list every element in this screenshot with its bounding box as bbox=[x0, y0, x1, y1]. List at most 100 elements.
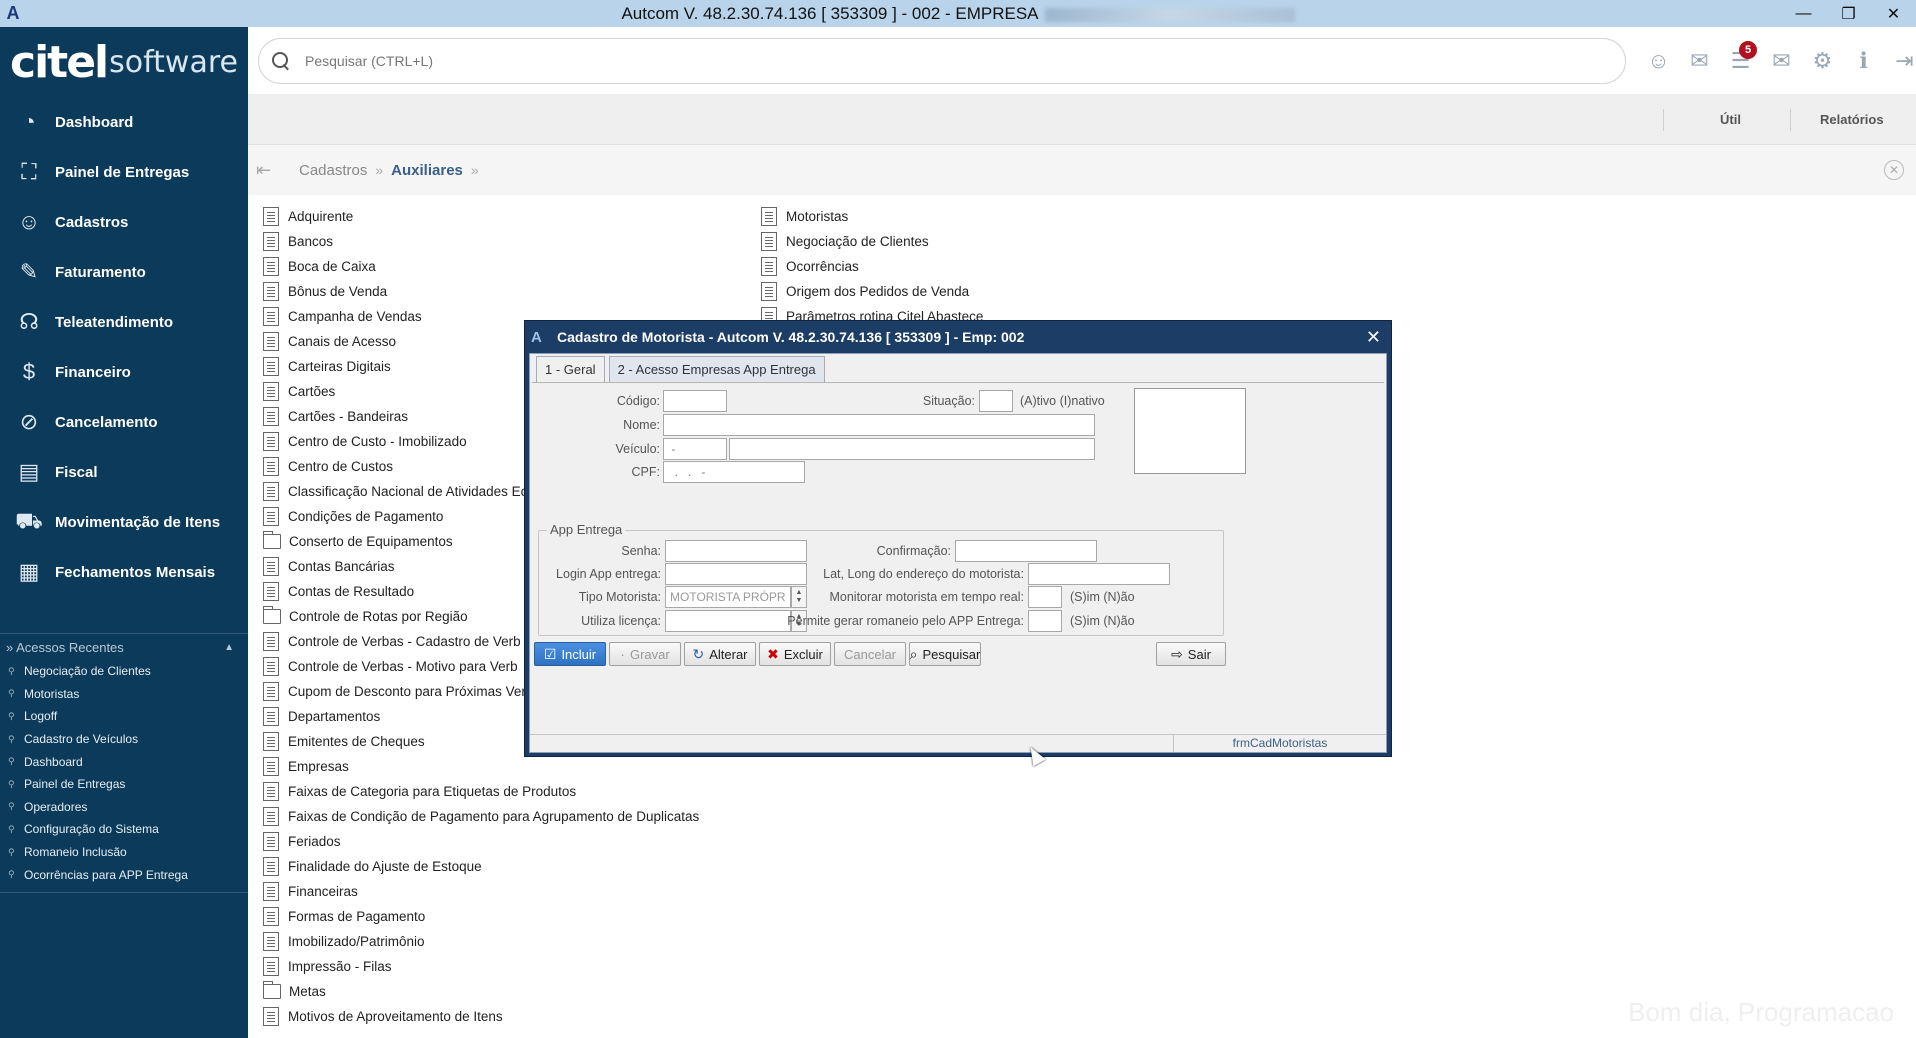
incluir-label: Incluir bbox=[561, 646, 597, 662]
recent-item[interactable]: ⚲ Operadores bbox=[0, 796, 248, 819]
list-item-label: Canais de Acesso bbox=[288, 334, 397, 349]
alterar-button[interactable]: ↻ Alterar bbox=[684, 642, 756, 666]
messages-icon[interactable]: ☰ 5 bbox=[1720, 41, 1761, 77]
veiculo-code-field[interactable] bbox=[663, 438, 727, 460]
list-item-label: Centro de Custos bbox=[288, 459, 394, 474]
list-item[interactable]: Boca de Caixa bbox=[263, 254, 763, 279]
codigo-field[interactable] bbox=[663, 390, 727, 412]
open-mail-icon[interactable]: ✉ bbox=[1679, 45, 1720, 77]
list-item[interactable]: Adquirente bbox=[263, 204, 763, 229]
list-item-label: Cartões - Bandeiras bbox=[288, 409, 409, 424]
list-item[interactable]: Financeiras bbox=[263, 879, 763, 904]
restore-button[interactable]: ❐ bbox=[1826, 0, 1871, 27]
list-item[interactable]: Feriados bbox=[263, 829, 763, 854]
recent-item[interactable]: ⚲ Painel de Entregas bbox=[0, 773, 248, 796]
list-item[interactable]: Empresas bbox=[263, 754, 763, 779]
close-circle-icon[interactable]: ✕ bbox=[1884, 160, 1904, 180]
list-item-label: Empresas bbox=[288, 759, 349, 774]
settings-gear-icon[interactable]: ⚙ bbox=[1802, 45, 1843, 77]
util-menu[interactable]: Útil bbox=[1720, 95, 1741, 145]
list-item[interactable]: Motoristas bbox=[761, 204, 1021, 229]
photo-box[interactable] bbox=[1134, 388, 1246, 474]
sidebar-item-painel-de-entregas[interactable]: ⛶ Painel de Entregas bbox=[0, 147, 248, 197]
recent-item[interactable]: ⚲ Dashboard bbox=[0, 750, 248, 773]
recent-access-header[interactable]: » Acessos Recentes ▲ bbox=[0, 634, 248, 660]
cancelar-button[interactable]: Cancelar bbox=[834, 642, 906, 666]
gravar-button[interactable]: · Gravar bbox=[609, 642, 681, 666]
link-icon: ⚲ bbox=[8, 688, 15, 699]
exit-icon[interactable]: ⇥ bbox=[1884, 45, 1916, 77]
minimize-button[interactable]: — bbox=[1781, 0, 1826, 27]
latlong-field[interactable] bbox=[1028, 563, 1170, 585]
dialog-title: Cadastro de Motorista - Autcom V. 48.2.3… bbox=[557, 329, 1025, 345]
nome-field[interactable] bbox=[663, 414, 1095, 436]
excluir-button[interactable]: ✖ Excluir bbox=[759, 642, 831, 666]
sidebar-item-label: Cancelamento bbox=[55, 413, 158, 431]
back-arrow-icon[interactable]: ⇤ bbox=[256, 160, 286, 181]
recent-item[interactable]: ⚲ Negociação de Clientes bbox=[0, 660, 248, 683]
document-icon bbox=[263, 482, 279, 501]
sidebar-item-faturamento[interactable]: ✎ Faturamento bbox=[0, 247, 248, 297]
list-item[interactable]: Finalidade do Ajuste de Estoque bbox=[263, 854, 763, 879]
list-item[interactable]: Bancos bbox=[263, 229, 763, 254]
romaneio-field[interactable] bbox=[1028, 610, 1062, 632]
list-item[interactable]: Imobilizado/Patrimônio bbox=[263, 929, 763, 954]
sidebar-item-movimenta-o-de-itens[interactable]: ⛟ Movimentação de Itens bbox=[0, 497, 248, 547]
document-icon bbox=[263, 757, 279, 776]
search-box[interactable] bbox=[258, 38, 1626, 84]
veiculo-desc-field[interactable] bbox=[729, 438, 1095, 460]
monitorar-label: Monitorar motorista em tempo real: bbox=[829, 590, 1024, 604]
confirmacao-field[interactable] bbox=[955, 540, 1097, 562]
recent-item[interactable]: ⚲ Logoff bbox=[0, 705, 248, 728]
user-support-icon[interactable]: ☺ bbox=[1638, 45, 1679, 77]
sidebar-item-fechamentos-mensais[interactable]: ▦ Fechamentos Mensais bbox=[0, 547, 248, 597]
veiculo-label: Veículo: bbox=[615, 442, 660, 456]
link-icon: ⚲ bbox=[8, 733, 15, 744]
sair-button[interactable]: ⇨ Sair bbox=[1156, 642, 1226, 666]
list-item[interactable]: Formas de Pagamento bbox=[263, 904, 763, 929]
cpf-field[interactable] bbox=[663, 461, 805, 483]
list-item[interactable]: Bônus de Venda bbox=[263, 279, 763, 304]
codigo-label: Código: bbox=[616, 394, 660, 408]
list-item[interactable]: Negociação de Clientes bbox=[761, 229, 1021, 254]
mail-icon[interactable]: ✉ bbox=[1761, 45, 1802, 77]
tab-geral[interactable]: 1 - Geral bbox=[536, 356, 605, 382]
document-icon bbox=[263, 682, 279, 701]
dialog-close-icon[interactable]: ✕ bbox=[1366, 327, 1381, 348]
list-item[interactable]: Motivos de Aproveitamento de Itens bbox=[263, 1004, 763, 1029]
incluir-button[interactable]: ☑ Incluir bbox=[534, 642, 606, 666]
sidebar-item-cadastros[interactable]: ☺ Cadastros bbox=[0, 197, 248, 247]
sidebar-item-financeiro[interactable]: $ Financeiro bbox=[0, 347, 248, 397]
close-window-button[interactable]: ✕ bbox=[1871, 0, 1916, 27]
list-item[interactable]: Origem dos Pedidos de Venda bbox=[761, 279, 1021, 304]
recent-item[interactable]: ⚲ Ocorrências para APP Entrega bbox=[0, 863, 248, 886]
list-item[interactable]: Faixas de Categoria para Etiquetas de Pr… bbox=[263, 779, 763, 804]
sidebar-item-teleatendimento[interactable]: ☊ Teleatendimento bbox=[0, 297, 248, 347]
recent-item[interactable]: ⚲ Cadastro de Veículos bbox=[0, 728, 248, 751]
sidebar-item-cancelamento[interactable]: ⊘ Cancelamento bbox=[0, 397, 248, 447]
search-input[interactable] bbox=[305, 53, 1555, 69]
situacao-field[interactable] bbox=[979, 390, 1013, 412]
list-item[interactable]: Impressão - Filas bbox=[263, 954, 763, 979]
pesquisar-button[interactable]: ⌕ Pesquisar bbox=[909, 642, 981, 666]
recent-item[interactable]: ⚲ Configuração do Sistema bbox=[0, 818, 248, 841]
tab-acesso-empresas[interactable]: 2 - Acesso Empresas App Entrega bbox=[608, 356, 825, 382]
list-item-label: Motivos de Aproveitamento de Itens bbox=[288, 1009, 503, 1024]
recent-item[interactable]: ⚲ Romaneio Inclusão bbox=[0, 841, 248, 864]
list-item[interactable]: Faixas de Condição de Pagamento para Agr… bbox=[263, 804, 763, 829]
alterar-label: Alterar bbox=[709, 646, 748, 662]
tipo-label: Tipo Motorista: bbox=[578, 590, 661, 604]
licenca-label: Utiliza licença: bbox=[581, 614, 661, 628]
sidebar-item-fiscal[interactable]: ▤ Fiscal bbox=[0, 447, 248, 497]
breadcrumb-auxiliares[interactable]: Auxiliares bbox=[391, 162, 463, 179]
collapse-arrow-icon[interactable]: ▲ bbox=[224, 642, 234, 653]
breadcrumb-cadastros[interactable]: Cadastros bbox=[299, 162, 367, 179]
document-icon bbox=[263, 807, 279, 826]
reports-menu[interactable]: Relatórios bbox=[1820, 95, 1884, 145]
monitorar-field[interactable] bbox=[1028, 586, 1062, 608]
recent-item[interactable]: ⚲ Motoristas bbox=[0, 683, 248, 706]
list-item[interactable]: Ocorrências bbox=[761, 254, 1021, 279]
sidebar-item-dashboard[interactable]: ◔ Dashboard bbox=[0, 97, 248, 147]
info-icon[interactable]: ℹ bbox=[1843, 45, 1884, 77]
list-item[interactable]: Metas bbox=[263, 979, 763, 1004]
